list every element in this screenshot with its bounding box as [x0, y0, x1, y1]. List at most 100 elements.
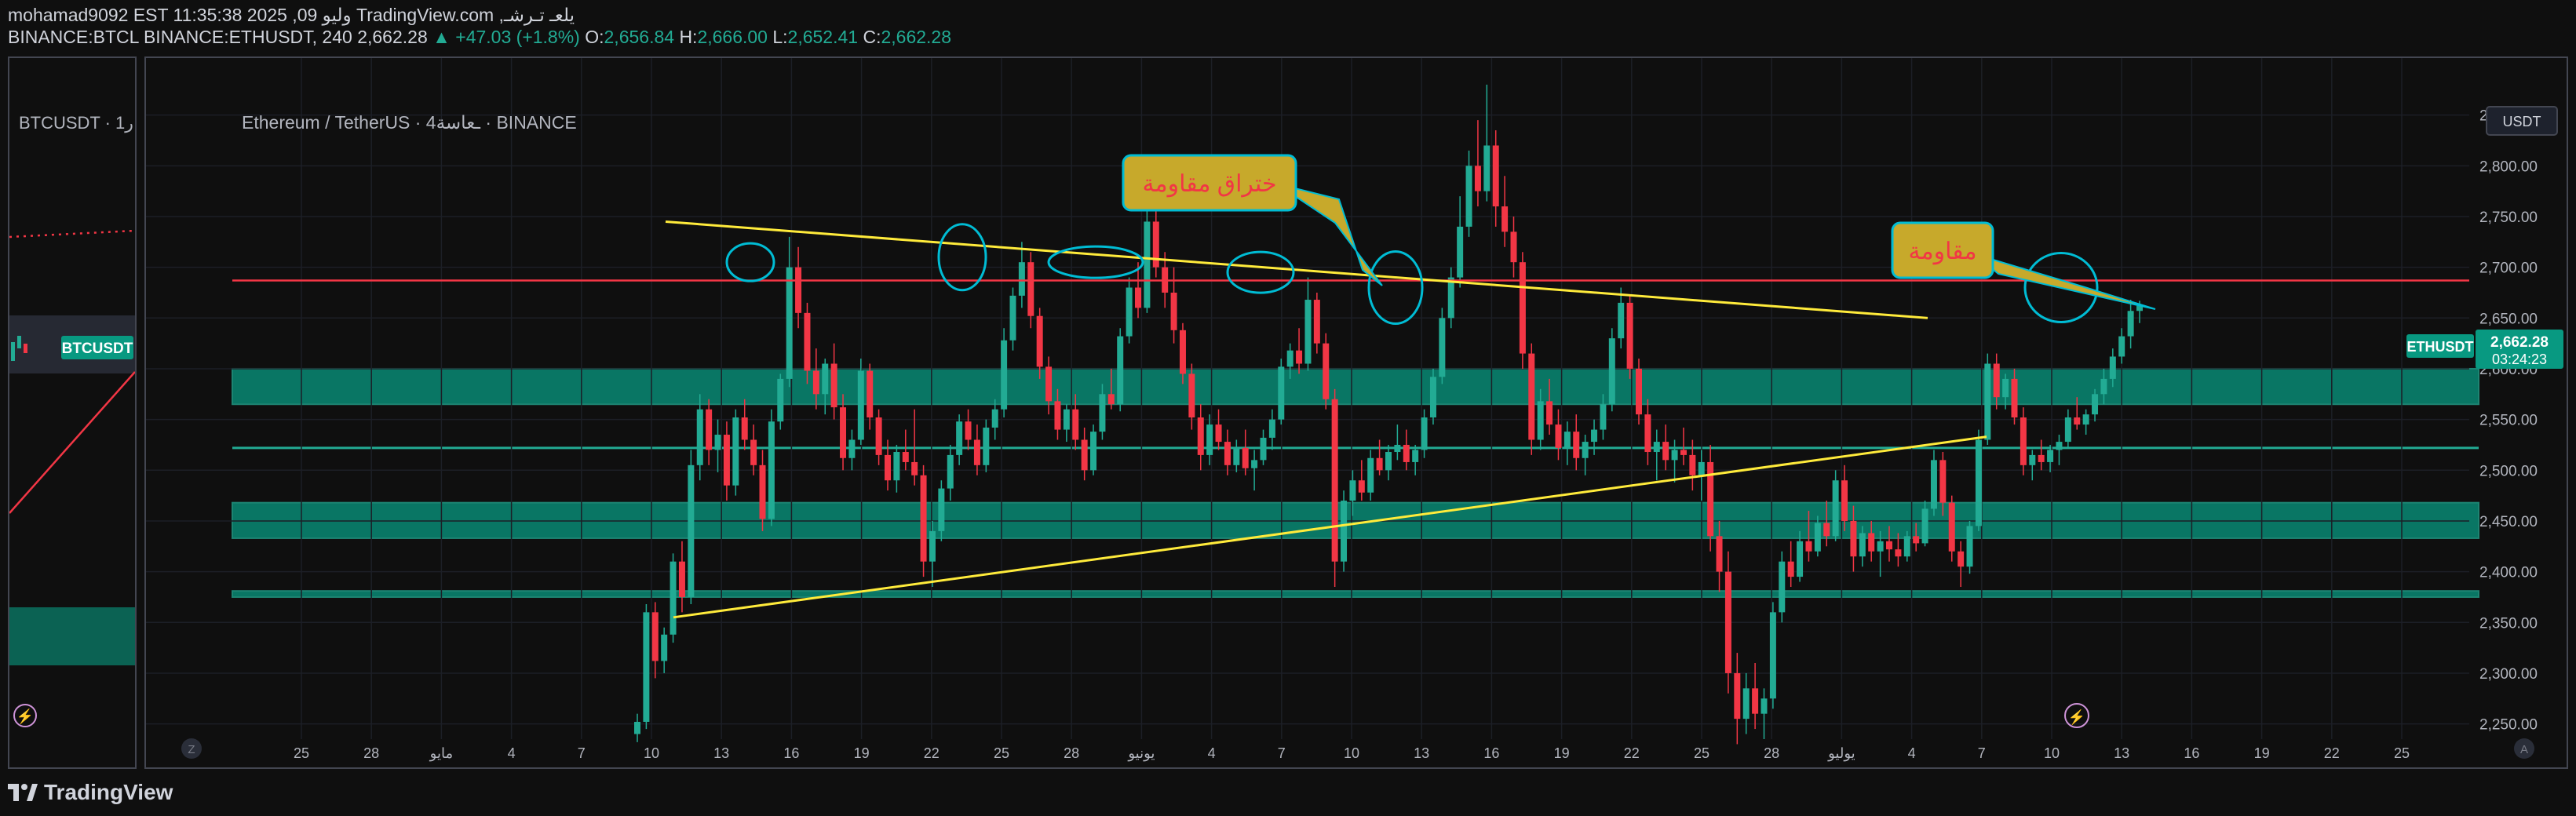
time-tick-label: 13	[1414, 745, 1429, 761]
candle-body	[1313, 300, 1320, 344]
candle-body	[991, 409, 998, 428]
time-tick-label: 10	[1344, 745, 1359, 761]
candle-body	[1278, 366, 1285, 420]
candle-body	[1063, 409, 1070, 430]
btc-dotted-level	[9, 229, 136, 239]
candle-body	[1429, 377, 1436, 418]
high-label: H:	[679, 27, 698, 47]
time-tick-label: 22	[1624, 745, 1640, 761]
time-tick-label: 25	[2394, 745, 2410, 761]
candle-body	[1492, 145, 1499, 207]
candle-body	[1152, 221, 1159, 268]
btc-price-badge-label: BTCUSDT	[62, 341, 133, 357]
candle-body	[1412, 450, 1419, 462]
candle-body	[1439, 318, 1446, 377]
candle-body	[973, 439, 980, 465]
currency-button-label: USDT	[2503, 114, 2541, 129]
candle-body	[1573, 432, 1580, 458]
candle-body	[1215, 424, 1222, 443]
btc-chart-pane[interactable]: BTCUSDT · 1ر BTCUSDT ⚡	[8, 56, 137, 769]
candle-body	[804, 312, 811, 371]
candle-body	[1859, 533, 1866, 557]
candle-body	[1555, 424, 1562, 448]
candle-body	[1563, 432, 1571, 448]
candle-body	[2064, 417, 2071, 443]
time-tick-label: 4	[508, 745, 516, 761]
candle-body	[1805, 541, 1812, 552]
candle-body	[1001, 340, 1008, 410]
price-tick-label: 2,300.00	[2479, 666, 2538, 683]
candle-body	[2074, 417, 2081, 425]
support-zone	[232, 590, 2479, 598]
candle-body	[1823, 523, 1830, 537]
open-label: O:	[585, 27, 604, 47]
candle-body	[938, 488, 945, 531]
candle-body	[1501, 206, 1509, 232]
candles	[634, 84, 2143, 745]
btc-lightning-glyph: ⚡	[16, 708, 34, 725]
eth-chart-pane[interactable]: 2,250.00 2,300.00 2,350.00 2,400.00 2,450.00…	[144, 56, 2568, 769]
candle-body	[1251, 460, 1258, 468]
candle-body	[1385, 452, 1392, 471]
low-label: L:	[772, 27, 788, 47]
candle-body	[1349, 480, 1356, 501]
upper-trendline	[665, 220, 1928, 319]
candle-body	[1465, 166, 1472, 227]
tradingview-logo[interactable]: TradingView	[8, 780, 173, 805]
time-tick-label: 7	[1978, 745, 1986, 761]
candle-body	[983, 427, 990, 465]
candle-body	[777, 378, 784, 422]
price-tick-label: 2,700.00	[2479, 260, 2538, 277]
candle-body	[1018, 262, 1025, 296]
candle-body	[643, 612, 650, 723]
candle-body	[1242, 447, 1249, 468]
candle-body	[1948, 502, 1955, 552]
candle-body	[2109, 356, 2116, 379]
candle-body	[750, 439, 757, 465]
candle-body	[1358, 480, 1365, 493]
candle-body	[1107, 394, 1115, 405]
btc-green-zone	[9, 607, 135, 665]
candle-body	[902, 452, 909, 462]
candle-body	[2002, 378, 2009, 398]
breakout-callout-text: ختراق مقاومة	[1142, 171, 1276, 198]
candle-body	[1913, 536, 1920, 544]
price-tick-label: 2,800.00	[2479, 158, 2538, 175]
candle-body	[857, 370, 864, 440]
auto-scale-button-label: A	[2520, 743, 2528, 756]
time-tick-label: 19	[854, 745, 870, 761]
candle-body	[1993, 363, 2000, 398]
candle-body	[1752, 688, 1759, 714]
candle-body	[1054, 401, 1061, 430]
legend-price: 2,662.28	[357, 27, 428, 47]
support-zone	[232, 367, 2479, 406]
time-tick-label: 7	[1278, 745, 1286, 761]
time-tick-label: 28	[1764, 745, 1779, 761]
candle-body	[1644, 414, 1651, 453]
candle-body	[965, 421, 972, 440]
candle-body	[1296, 350, 1303, 364]
candle-body	[1779, 561, 1786, 613]
candle-body	[795, 267, 802, 313]
candle-body	[1457, 226, 1464, 278]
candle-body	[706, 409, 713, 450]
candle-body	[1832, 480, 1839, 537]
candle-body	[2056, 442, 2063, 450]
candle-body	[2092, 394, 2099, 415]
resistance-callout[interactable]: مقاومة	[1891, 221, 2156, 310]
time-tick-label: 4	[1208, 745, 1216, 761]
candle-body	[1135, 287, 1141, 308]
candle-body	[1474, 166, 1481, 191]
watermark-header: mohamad9092 EST 11:35:38 2025 ,09 وليو T…	[8, 5, 575, 25]
candle-body	[1716, 536, 1723, 572]
time-tick-label: 13	[713, 745, 729, 761]
candle-body	[1072, 409, 1079, 440]
candle-body	[1921, 508, 1928, 544]
tradingview-logo-text: TradingView	[44, 780, 173, 804]
candle-body	[1600, 404, 1607, 430]
candle-body	[2127, 311, 2134, 337]
candle-body	[1814, 523, 1821, 552]
candle-body	[1144, 221, 1151, 308]
candle-body	[1394, 444, 1401, 453]
candle-body	[1850, 520, 1857, 557]
